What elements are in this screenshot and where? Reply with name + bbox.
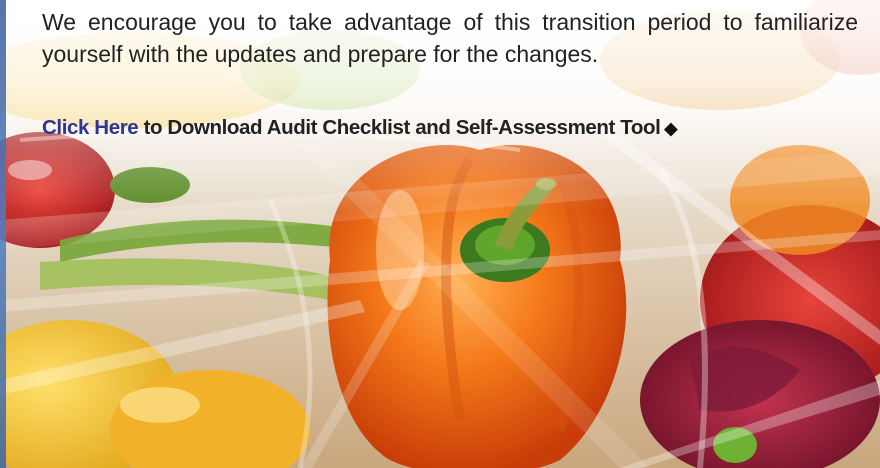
download-description: to Download Audit Checklist and Self-Ass… bbox=[138, 116, 661, 139]
left-accent-strip bbox=[0, 0, 6, 468]
transition-paragraph: We encourage you to take advantage of th… bbox=[42, 9, 858, 67]
produce-illustration bbox=[0, 0, 880, 468]
background-image-produce-in-plastic-wrap bbox=[0, 0, 880, 468]
page: We encourage you to take advantage of th… bbox=[0, 0, 880, 468]
intro-text-block: We encourage you to take advantage of th… bbox=[42, 6, 858, 70]
download-call-to-action: Click Here to Download Audit Checklist a… bbox=[42, 116, 862, 140]
click-here-link[interactable]: Click Here bbox=[42, 116, 139, 139]
diamond-bullet-icon: ◆ bbox=[664, 119, 678, 138]
